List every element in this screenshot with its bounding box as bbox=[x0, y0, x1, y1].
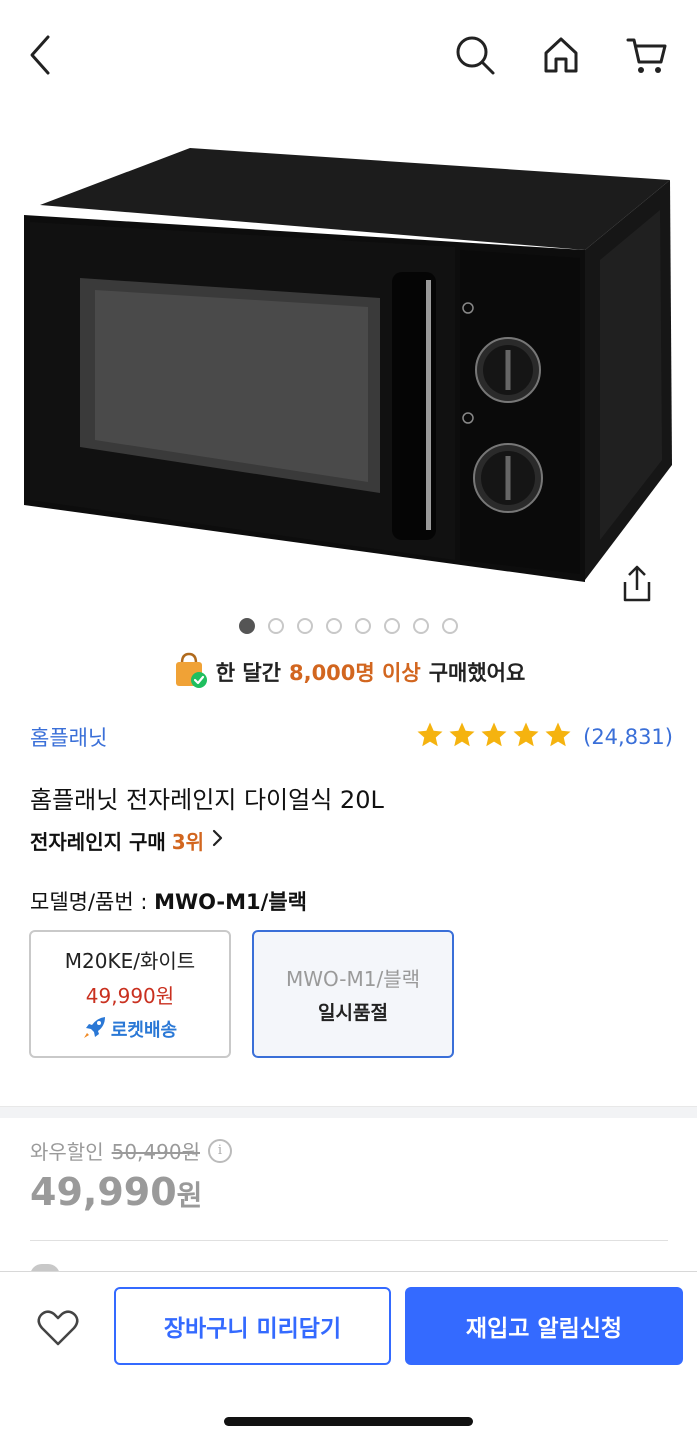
wow-discount-row: 와우할인 50,490원 i bbox=[30, 1136, 232, 1165]
final-price: 49,990 원 bbox=[30, 1170, 202, 1214]
info-icon[interactable]: i bbox=[208, 1138, 232, 1163]
gallery-dot[interactable] bbox=[413, 618, 429, 634]
gallery-dot[interactable] bbox=[297, 618, 313, 634]
home-indicator[interactable] bbox=[224, 1417, 473, 1426]
product-image[interactable] bbox=[0, 110, 697, 610]
gallery-dot[interactable] bbox=[326, 618, 342, 634]
rating-summary[interactable]: (24,831) bbox=[415, 720, 673, 754]
top-navigation-bar bbox=[0, 0, 697, 110]
wow-discount-label: 와우할인 bbox=[30, 1140, 104, 1164]
home-icon[interactable] bbox=[536, 30, 586, 80]
shopping-bag-check-icon bbox=[172, 651, 208, 694]
brand-link[interactable]: 홈플래닛 bbox=[30, 722, 107, 752]
star-icon bbox=[543, 720, 573, 754]
section-divider bbox=[0, 1106, 697, 1118]
option-name: M20KE/화이트 bbox=[64, 948, 196, 973]
product-title: 홈플래닛 전자레인지 다이얼식 20L bbox=[30, 786, 384, 814]
option-price: 49,990원 bbox=[85, 983, 175, 1008]
gallery-dot[interactable] bbox=[442, 618, 458, 634]
option-label-prefix: 모델명/품번 : bbox=[30, 890, 148, 914]
share-icon[interactable] bbox=[615, 562, 659, 606]
category-rank-link[interactable]: 전자레인지 구매 3위 bbox=[30, 826, 224, 855]
option-label: 모델명/품번 : MWO-M1/블랙 bbox=[30, 886, 307, 916]
divider bbox=[30, 1240, 668, 1241]
rocket-delivery-label: 로켓배송 bbox=[110, 1020, 178, 1041]
gallery-pagination[interactable] bbox=[0, 618, 697, 638]
star-icon bbox=[511, 720, 541, 754]
original-price: 50,490원 bbox=[111, 1140, 200, 1164]
option-card[interactable]: M20KE/화이트 49,990원 로켓배송 bbox=[29, 930, 231, 1058]
gallery-dot[interactable] bbox=[384, 618, 400, 634]
restock-notify-button[interactable]: 재입고 알림신청 bbox=[405, 1287, 683, 1365]
gallery-dot[interactable] bbox=[355, 618, 371, 634]
cart-icon[interactable] bbox=[622, 30, 672, 80]
rocket-icon bbox=[83, 1015, 109, 1044]
bottom-action-bar: 장바구니 미리담기 재입고 알림신청 bbox=[0, 1271, 697, 1440]
gallery-dot[interactable] bbox=[268, 618, 284, 634]
heart-icon[interactable] bbox=[34, 1304, 82, 1352]
back-icon[interactable] bbox=[16, 30, 66, 80]
option-name: MWO-M1/블랙 bbox=[285, 967, 421, 991]
chevron-right-icon bbox=[210, 828, 224, 853]
star-icon bbox=[415, 720, 445, 754]
gallery-dot[interactable] bbox=[239, 618, 255, 634]
option-card-selected[interactable]: MWO-M1/블랙 일시품절 bbox=[252, 930, 454, 1058]
add-to-cart-button[interactable]: 장바구니 미리담기 bbox=[114, 1287, 391, 1365]
rank-value: 3위 bbox=[171, 830, 205, 854]
rank-label: 전자레인지 구매 bbox=[30, 830, 166, 854]
purchase-social-proof: 한 달간 8,000명 이상 구매했어요 bbox=[0, 650, 697, 694]
option-selected-value: MWO-M1/블랙 bbox=[154, 890, 307, 914]
social-proof-count: 8,000명 이상 bbox=[288, 661, 421, 685]
search-icon[interactable] bbox=[450, 30, 500, 80]
final-price-currency: 원 bbox=[176, 1179, 203, 1212]
social-proof-suffix: 구매했어요 bbox=[428, 661, 526, 685]
final-price-value: 49,990 bbox=[30, 1170, 177, 1214]
review-count[interactable]: (24,831) bbox=[583, 725, 673, 749]
sold-out-status: 일시품절 bbox=[318, 1002, 388, 1024]
rocket-delivery-badge: 로켓배송 bbox=[83, 1015, 177, 1044]
star-icon bbox=[479, 720, 509, 754]
social-proof-prefix: 한 달간 bbox=[215, 661, 281, 685]
star-icon bbox=[447, 720, 477, 754]
